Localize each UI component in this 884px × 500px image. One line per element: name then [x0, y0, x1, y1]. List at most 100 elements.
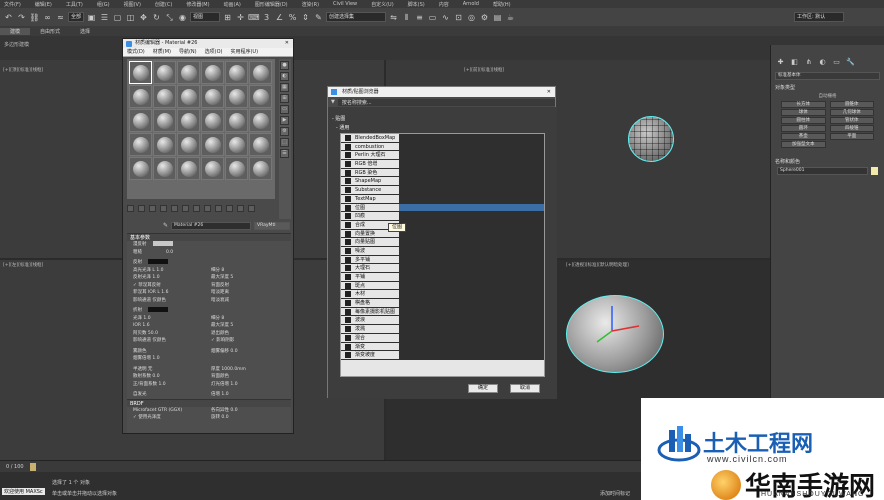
sample-type-icon[interactable]: ●	[280, 61, 289, 70]
sample-slot[interactable]	[249, 61, 272, 84]
menu-item[interactable]: 渲染(R)	[302, 1, 319, 8]
rollout-header[interactable]: 基本参数	[127, 233, 291, 241]
viewport-front-label[interactable]: [+][前][标准][线框]	[464, 67, 504, 73]
link-icon[interactable]: ⛓	[29, 12, 40, 23]
parameter-row[interactable]: IOR 1.6 最大深度 5	[127, 322, 291, 330]
map-list-item[interactable]: RGB 染色	[341, 168, 544, 178]
menu-item[interactable]: 脚本(S)	[408, 1, 425, 8]
put-to-scene-icon[interactable]	[138, 204, 145, 212]
make-preview-icon[interactable]: ▶	[280, 116, 289, 125]
parameter-extra[interactable]: 各向异性 0.0	[211, 407, 238, 415]
percent-snap-icon[interactable]: %	[287, 12, 298, 23]
ribbon-tab[interactable]: 自由形式	[30, 28, 70, 35]
material-type-button[interactable]: VRayMtl	[254, 221, 291, 230]
parameter-row[interactable]: 高光光泽 L 1.0 细分 8	[127, 267, 291, 275]
ribbon-tab[interactable]: 建模	[0, 27, 31, 35]
sample-slot[interactable]	[129, 157, 152, 180]
align-icon[interactable]: ⫴	[401, 12, 412, 23]
parameter-extra[interactable]: 暗淡距离	[211, 289, 229, 297]
sample-slot[interactable]	[177, 85, 200, 108]
map-list-item[interactable]: RGB 倍增	[341, 160, 544, 169]
object-name-field[interactable]: Sphere001	[777, 167, 868, 175]
sample-slot[interactable]	[249, 133, 272, 156]
cmdpanel-dropdown[interactable]: 标准基本体	[771, 70, 884, 82]
ok-button[interactable]: 确定	[468, 384, 498, 393]
parameter-extra[interactable]: 烟雾偏移 0.0	[211, 348, 238, 356]
menu-item[interactable]: Arnold	[463, 1, 479, 7]
create-tab-icon[interactable]: ✚	[775, 57, 786, 68]
options-arrow-icon[interactable]: ▼	[331, 99, 335, 105]
viewport-top-label[interactable]: [+][顶][标准][线框]	[3, 67, 43, 73]
cancel-button[interactable]: 取消	[510, 384, 540, 393]
map-list-item[interactable]: 凹痕	[341, 212, 544, 221]
rotate-icon[interactable]: ↻	[151, 12, 162, 23]
menu-item[interactable]: Civil View	[333, 1, 357, 7]
selection-filter-select[interactable]: 全部	[68, 12, 85, 22]
eyedropper-icon[interactable]: ✎	[163, 222, 168, 229]
material-editor-menu-item[interactable]: 模式(D)	[127, 48, 145, 56]
video-check-icon[interactable]: ▭	[280, 105, 289, 114]
map-list-item[interactable]: 木材	[341, 290, 544, 300]
maxscript-listener[interactable]: 欢迎使用 MAXSc	[2, 488, 45, 495]
parameter-row[interactable]: 光泽 1.0 细分 8	[127, 315, 291, 323]
keyboard-shortcut-icon[interactable]: ⌨	[248, 12, 260, 23]
utilities-tab-icon[interactable]: 🔧	[845, 57, 856, 68]
color-swatch[interactable]	[152, 241, 173, 246]
parameter-extra[interactable]: 倍增 1.0	[211, 391, 229, 399]
time-slider-value[interactable]: 0 / 100	[6, 464, 24, 470]
parameter-row[interactable]: 影响通道 仅颜色 ✓ 影响阴影	[127, 337, 291, 345]
map-list-item[interactable]: 位图	[341, 203, 544, 213]
sample-slot[interactable]	[153, 133, 176, 156]
render-icon[interactable]: ☕	[505, 12, 516, 23]
material-editor-menu-item[interactable]: 实用程序(U)	[230, 48, 258, 56]
map-list-item[interactable]: 泼溅	[341, 325, 544, 334]
parameter-extra[interactable]: 细分 8	[211, 267, 224, 275]
rollout-header[interactable]: BRDF	[127, 398, 291, 407]
sample-slot[interactable]	[153, 157, 176, 180]
parameter-value[interactable]: 0.0	[166, 250, 173, 255]
sample-slot[interactable]	[201, 61, 224, 84]
viewport-left-label[interactable]: [+][左][标准][线框]	[3, 262, 43, 268]
sample-slot[interactable]	[201, 133, 224, 156]
parameter-extra[interactable]: 细分 8	[211, 315, 224, 323]
sample-slot[interactable]	[177, 61, 200, 84]
hierarchy-tab-icon[interactable]: ⋔	[803, 57, 814, 68]
menu-item[interactable]: 文件(F)	[4, 1, 21, 8]
parameter-extra[interactable]: 退出颜色	[211, 330, 229, 338]
schematic-view-icon[interactable]: ⊡	[453, 12, 464, 23]
parameter-row[interactable]: 自发光 倍增 1.0	[127, 391, 291, 399]
primitive-button[interactable]: 球体	[781, 109, 826, 116]
map-list-item[interactable]: 噪波	[341, 246, 544, 256]
parameter-extra[interactable]: 最大深度 5	[211, 274, 233, 282]
reference-coord-select[interactable]: 视图	[190, 12, 221, 22]
put-to-library-icon[interactable]	[193, 204, 200, 212]
parameter-row[interactable]: 影响通道 仅颜色 暗淡衰减	[127, 297, 291, 305]
show-end-result-icon[interactable]	[226, 204, 233, 212]
menu-item[interactable]: 帮助(H)	[493, 1, 511, 8]
select-manipulate-icon[interactable]: ✛	[235, 12, 246, 23]
sample-slot[interactable]	[225, 61, 248, 84]
bind-spacewarp-icon[interactable]: ≈	[55, 12, 66, 23]
sample-slot[interactable]	[249, 85, 272, 108]
menu-item[interactable]: 自定义(U)	[371, 1, 394, 8]
close-icon[interactable]: ✕	[547, 87, 551, 97]
primitive-button[interactable]: 圆锥体	[829, 101, 874, 108]
named-selection-set-select[interactable]: 创建选择集	[326, 12, 387, 22]
sample-slot[interactable]	[225, 157, 248, 180]
map-list-item[interactable]: 平铺	[341, 273, 544, 282]
primitive-button[interactable]: 管状体	[829, 117, 874, 124]
unlink-icon[interactable]: ∞	[42, 12, 53, 23]
search-input[interactable]: 按名称搜索...	[337, 98, 555, 106]
sample-slot[interactable]	[201, 85, 224, 108]
close-icon[interactable]: ✕	[285, 39, 289, 48]
sample-slot[interactable]	[129, 85, 152, 108]
material-id-icon[interactable]	[204, 204, 211, 212]
rollout-object-type[interactable]: 对象类型	[771, 82, 884, 93]
parameter-row[interactable]: ✓ 菲涅耳反射 背面反射	[127, 282, 291, 290]
parameter-extra[interactable]: 厚度 1000.0mm	[211, 366, 246, 374]
map-list-item[interactable]: combustion	[341, 142, 544, 152]
primitive-button[interactable]: 加强型文本	[781, 141, 826, 148]
menu-item[interactable]: 工具(T)	[66, 1, 83, 8]
primitive-button[interactable]: 平面	[829, 133, 874, 140]
parameter-extra[interactable]: 暗淡衰减	[211, 297, 229, 305]
